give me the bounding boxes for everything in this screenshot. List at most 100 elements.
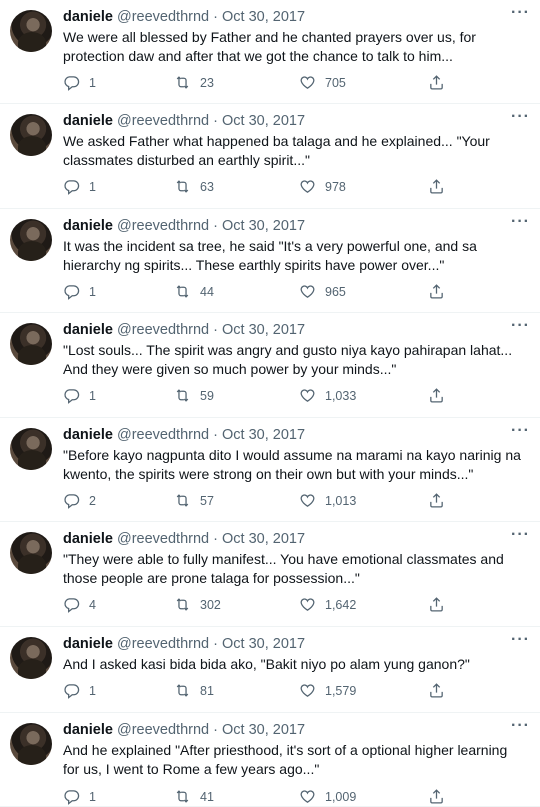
tweet-content: daniele @reevedthrnd · Oct 30, 2017 And …	[63, 635, 526, 674]
heart-icon	[299, 178, 316, 195]
timestamp[interactable]: Oct 30, 2017	[222, 218, 305, 234]
retweet-count: 63	[200, 179, 214, 194]
share-button[interactable]	[428, 178, 445, 195]
reply-button[interactable]: 1	[63, 178, 96, 195]
reply-button[interactable]: 4	[63, 596, 96, 613]
like-button[interactable]: 1,579	[299, 682, 356, 699]
more-icon[interactable]: ···	[511, 109, 530, 125]
reply-button[interactable]: 2	[63, 492, 96, 509]
retweet-button[interactable]: 63	[174, 178, 214, 195]
timestamp[interactable]: Oct 30, 2017	[222, 427, 305, 443]
tweet[interactable]: daniele @reevedthrnd · Oct 30, 2017 "The…	[0, 522, 540, 627]
timestamp[interactable]: Oct 30, 2017	[222, 113, 305, 129]
like-count: 705	[325, 75, 346, 90]
handle[interactable]: @reevedthrnd	[117, 531, 209, 547]
display-name[interactable]: daniele	[63, 531, 113, 547]
avatar[interactable]	[10, 219, 52, 261]
display-name[interactable]: daniele	[63, 218, 113, 234]
retweet-button[interactable]: 41	[174, 788, 214, 805]
tweet-actions: 1 59 1,033	[63, 387, 463, 405]
avatar[interactable]	[10, 114, 52, 156]
retweet-count: 81	[200, 683, 214, 698]
timestamp[interactable]: Oct 30, 2017	[222, 531, 305, 547]
handle[interactable]: @reevedthrnd	[117, 636, 209, 652]
handle[interactable]: @reevedthrnd	[117, 322, 209, 338]
like-button[interactable]: 1,009	[299, 788, 356, 805]
retweet-button[interactable]: 302	[174, 596, 221, 613]
more-icon[interactable]: ···	[511, 5, 530, 21]
tweet[interactable]: daniele @reevedthrnd · Oct 30, 2017 "Los…	[0, 313, 540, 418]
reply-button[interactable]: 1	[63, 682, 96, 699]
timestamp[interactable]: Oct 30, 2017	[222, 722, 305, 738]
like-button[interactable]: 1,013	[299, 492, 356, 509]
retweet-button[interactable]: 81	[174, 682, 214, 699]
avatar[interactable]	[10, 428, 52, 470]
like-button[interactable]: 705	[299, 74, 346, 91]
more-icon[interactable]: ···	[511, 718, 530, 734]
tweet-text: "Lost souls... The spirit was angry and …	[63, 342, 513, 377]
handle[interactable]: @reevedthrnd	[117, 218, 209, 234]
like-count: 965	[325, 284, 346, 299]
share-button[interactable]	[428, 788, 445, 805]
more-icon[interactable]: ···	[511, 527, 530, 543]
more-icon[interactable]: ···	[511, 214, 530, 230]
like-button[interactable]: 1,033	[299, 387, 356, 404]
display-name[interactable]: daniele	[63, 427, 113, 443]
retweet-icon	[174, 74, 191, 91]
retweet-count: 44	[200, 284, 214, 299]
avatar[interactable]	[10, 637, 52, 679]
tweet[interactable]: daniele @reevedthrnd · Oct 30, 2017 We a…	[0, 104, 540, 209]
separator: ·	[213, 322, 218, 338]
reply-button[interactable]: 1	[63, 74, 96, 91]
display-name[interactable]: daniele	[63, 9, 113, 25]
display-name[interactable]: daniele	[63, 636, 113, 652]
like-button[interactable]: 978	[299, 178, 346, 195]
avatar[interactable]	[10, 10, 52, 52]
retweet-icon	[174, 283, 191, 300]
tweet-actions: 4 302 1,642	[63, 596, 463, 614]
like-button[interactable]: 965	[299, 283, 346, 300]
retweet-count: 302	[200, 597, 221, 612]
handle[interactable]: @reevedthrnd	[117, 9, 209, 25]
more-icon[interactable]: ···	[511, 632, 530, 648]
tweet[interactable]: daniele @reevedthrnd · Oct 30, 2017 "Bef…	[0, 418, 540, 522]
handle[interactable]: @reevedthrnd	[117, 722, 209, 738]
handle[interactable]: @reevedthrnd	[117, 427, 209, 443]
tweet[interactable]: daniele @reevedthrnd · Oct 30, 2017 It w…	[0, 209, 540, 313]
retweet-button[interactable]: 23	[174, 74, 214, 91]
reply-button[interactable]: 1	[63, 283, 96, 300]
more-icon[interactable]: ···	[511, 423, 530, 439]
like-count: 1,642	[325, 597, 357, 612]
timestamp[interactable]: Oct 30, 2017	[222, 322, 305, 338]
more-icon[interactable]: ···	[511, 318, 530, 334]
share-button[interactable]	[428, 492, 445, 509]
display-name[interactable]: daniele	[63, 322, 113, 338]
tweet[interactable]: daniele @reevedthrnd · Oct 30, 2017 And …	[0, 627, 540, 713]
separator: ·	[213, 531, 218, 547]
heart-icon	[299, 387, 316, 404]
tweet[interactable]: daniele @reevedthrnd · Oct 30, 2017 And …	[0, 713, 540, 807]
retweet-button[interactable]: 57	[174, 492, 214, 509]
reply-button[interactable]: 1	[63, 387, 96, 404]
display-name[interactable]: daniele	[63, 722, 113, 738]
retweet-button[interactable]: 59	[174, 387, 214, 404]
share-button[interactable]	[428, 283, 445, 300]
avatar[interactable]	[10, 323, 52, 365]
share-button[interactable]	[428, 682, 445, 699]
handle[interactable]: @reevedthrnd	[117, 113, 209, 129]
reply-button[interactable]: 1	[63, 788, 96, 805]
share-button[interactable]	[428, 74, 445, 91]
timestamp[interactable]: Oct 30, 2017	[222, 9, 305, 25]
avatar[interactable]	[10, 532, 52, 574]
avatar[interactable]	[10, 723, 52, 765]
retweet-button[interactable]: 44	[174, 283, 214, 300]
tweet[interactable]: daniele @reevedthrnd · Oct 30, 2017 We w…	[0, 0, 540, 104]
tweet-header: daniele @reevedthrnd · Oct 30, 2017	[63, 635, 526, 653]
separator: ·	[213, 427, 218, 443]
share-button[interactable]	[428, 596, 445, 613]
share-button[interactable]	[428, 387, 445, 404]
display-name[interactable]: daniele	[63, 113, 113, 129]
like-button[interactable]: 1,642	[299, 596, 356, 613]
timestamp[interactable]: Oct 30, 2017	[222, 636, 305, 652]
share-icon	[428, 178, 445, 195]
